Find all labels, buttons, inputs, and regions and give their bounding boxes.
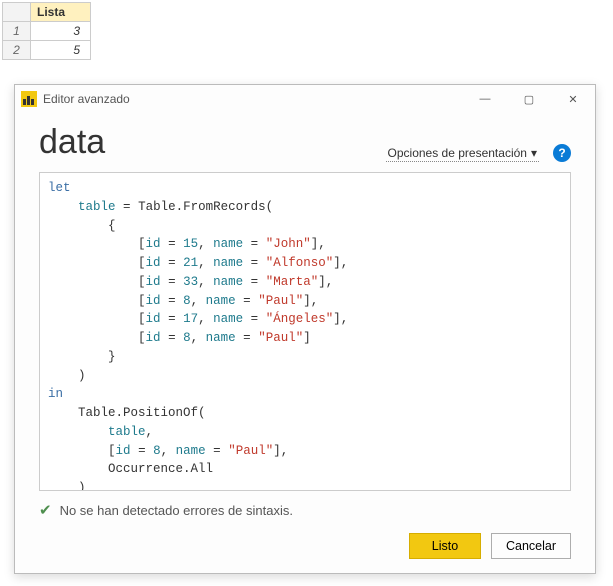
help-icon[interactable]: ? xyxy=(553,144,571,162)
window-title: Editor avanzado xyxy=(43,92,130,106)
row-index[interactable]: 1 xyxy=(3,22,31,41)
status-text: No se han detectado errores de sintaxis. xyxy=(60,503,293,518)
advanced-editor-dialog: Editor avanzado — ▢ ✕ data Opciones de p… xyxy=(14,84,596,574)
cell-value[interactable]: 3 xyxy=(31,22,91,41)
status-bar: ✔ No se han detectado errores de sintaxi… xyxy=(39,501,571,519)
app-icon xyxy=(21,91,37,107)
titlebar: Editor avanzado — ▢ ✕ xyxy=(15,85,595,113)
cell-value[interactable]: 5 xyxy=(31,41,91,60)
done-button[interactable]: Listo xyxy=(409,533,481,559)
display-options-dropdown[interactable]: Opciones de presentación ▾ xyxy=(386,145,539,162)
check-icon: ✔ xyxy=(39,501,52,519)
cancel-button[interactable]: Cancelar xyxy=(491,533,571,559)
background-table: Lista 1 3 2 5 xyxy=(2,2,91,60)
minimize-button[interactable]: — xyxy=(463,85,507,113)
table-row: 2 5 xyxy=(3,41,91,60)
row-index[interactable]: 2 xyxy=(3,41,31,60)
page-title: data xyxy=(39,123,386,162)
col-header-lista[interactable]: Lista xyxy=(31,3,91,22)
close-button[interactable]: ✕ xyxy=(551,85,595,113)
display-options-label: Opciones de presentación xyxy=(388,146,527,160)
maximize-button[interactable]: ▢ xyxy=(507,85,551,113)
chevron-down-icon: ▾ xyxy=(531,146,537,160)
code-editor[interactable]: let table = Table.FromRecords( { [id = 1… xyxy=(39,172,571,491)
code-content[interactable]: let table = Table.FromRecords( { [id = 1… xyxy=(48,179,562,490)
table-row: 1 3 xyxy=(3,22,91,41)
corner-cell xyxy=(3,3,31,22)
